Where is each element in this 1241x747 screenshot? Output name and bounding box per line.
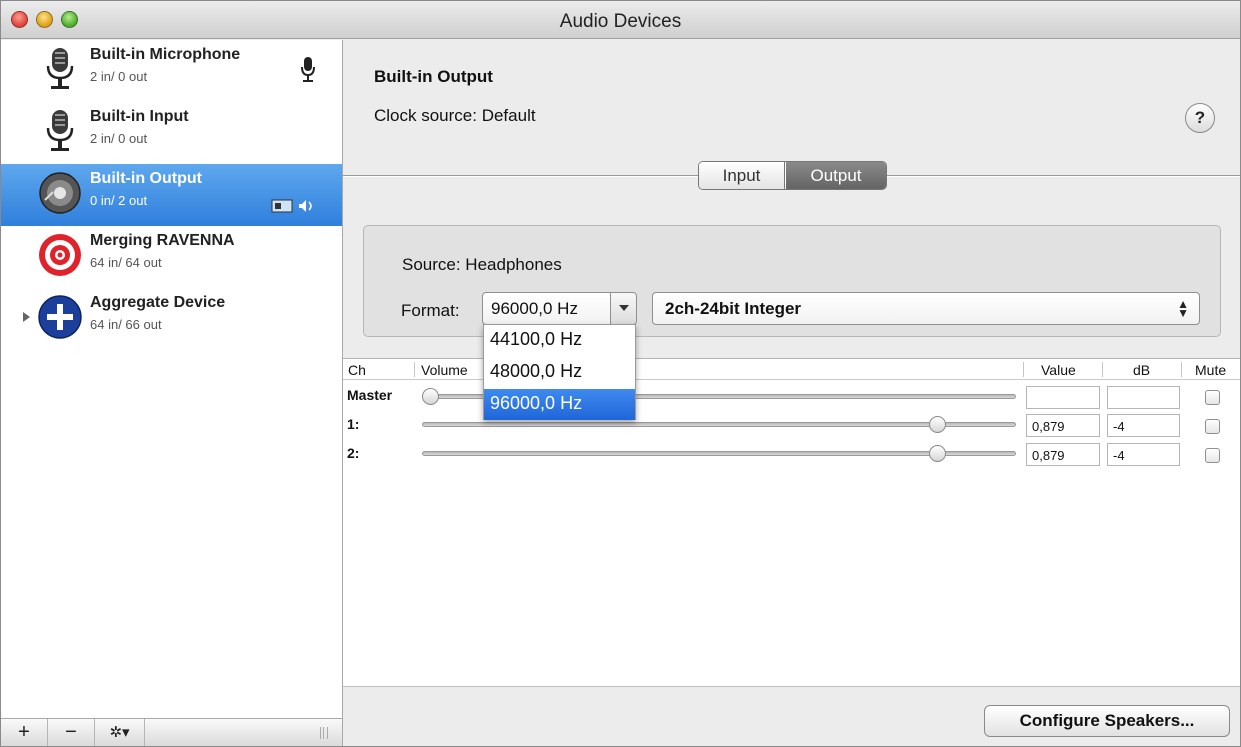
volume-slider-knob[interactable] — [422, 388, 439, 405]
microphone-icon — [46, 110, 74, 151]
sample-rate-value: 96000,0 Hz — [491, 299, 578, 318]
device-io: 2 in/ 0 out — [90, 131, 148, 146]
value-field[interactable]: 0,879 — [1026, 414, 1100, 437]
io-tabs: Input Output — [698, 161, 887, 190]
channel-label: 2: — [347, 445, 360, 461]
popup-arrow[interactable] — [610, 293, 636, 324]
menu-item-96000[interactable]: 96000,0 Hz — [484, 389, 635, 420]
volume-slider-track[interactable] — [422, 451, 1016, 456]
device-name: Aggregate Device — [90, 294, 226, 311]
device-name: Built-in Input — [90, 108, 189, 125]
chevron-down-icon — [619, 305, 629, 311]
format-group: Source: Headphones Format: 96000,0 Hz 2c… — [363, 225, 1221, 337]
window-title: Audio Devices — [559, 11, 682, 32]
channel-label: 1: — [347, 416, 360, 432]
device-name: Merging RAVENNA — [90, 232, 235, 249]
menu-item-44100[interactable]: 44100,0 Hz — [484, 325, 635, 356]
tab-input[interactable]: Input — [699, 162, 785, 189]
bit-format-value: 2ch-24bit Integer — [665, 299, 802, 318]
column-header-ch: Ch — [348, 362, 366, 378]
device-io: 2 in/ 0 out — [90, 69, 148, 84]
target-icon — [39, 234, 81, 276]
db-field[interactable] — [1107, 386, 1180, 409]
column-header-db: dB — [1133, 362, 1151, 378]
sidebar-toolbar: + − ✲▾ — [1, 718, 342, 746]
device-detail-panel: Built-in Output Clock source: Default ? … — [343, 40, 1240, 746]
tab-output[interactable]: Output — [786, 162, 886, 189]
speaker-icon — [39, 172, 81, 214]
device-io: 64 in/ 64 out — [90, 255, 162, 270]
device-actions-button[interactable]: ✲▾ — [95, 719, 145, 746]
column-header-mute: Mute — [1195, 362, 1227, 378]
device-item-merging-ravenna[interactable]: Merging RAVENNA 64 in/ 64 out — [1, 226, 342, 288]
device-item-built-in-microphone[interactable]: Built-in Microphone 2 in/ 0 out — [1, 40, 342, 102]
volume-slider-knob[interactable] — [929, 445, 947, 462]
audio-devices-window: Audio Devices Built-in Microphone 2 in/ … — [0, 0, 1241, 747]
device-io: 0 in/ 2 out — [90, 193, 148, 208]
sample-rate-menu: 44100,0 Hz 48000,0 Hz 96000,0 Hz — [483, 324, 636, 420]
mute-checkbox[interactable] — [1205, 390, 1220, 405]
volume-slider-knob[interactable] — [929, 416, 947, 433]
device-name: Built-in Microphone — [90, 46, 241, 63]
format-label: Format: — [401, 301, 460, 320]
channel-label: Master — [347, 387, 393, 403]
system-output-badge-icon — [271, 199, 312, 213]
sample-rate-popup[interactable]: 96000,0 Hz — [482, 292, 637, 325]
device-name: Built-in Output — [90, 170, 202, 187]
mute-checkbox[interactable] — [1205, 419, 1220, 434]
sidebar-resize-grip-icon[interactable] — [320, 727, 328, 739]
value-field[interactable] — [1026, 386, 1100, 409]
volume-slider-track[interactable] — [422, 422, 1016, 427]
device-item-built-in-input[interactable]: Built-in Input 2 in/ 0 out — [1, 102, 342, 164]
menu-item-48000[interactable]: 48000,0 Hz — [484, 357, 635, 388]
device-title: Built-in Output — [374, 67, 493, 86]
device-item-built-in-output[interactable]: Built-in Output 0 in/ 2 out — [1, 164, 342, 226]
plus-circle-icon — [38, 295, 82, 339]
db-field[interactable]: -4 — [1107, 414, 1180, 437]
bit-format-popup[interactable]: 2ch-24bit Integer ▲ ▼ — [652, 292, 1200, 325]
microphone-badge-icon — [301, 57, 315, 82]
microphone-icon — [46, 48, 74, 89]
table-header: Ch Volume Value dB Mute — [343, 359, 1240, 380]
mute-checkbox[interactable] — [1205, 448, 1220, 463]
db-field[interactable]: -4 — [1107, 443, 1180, 466]
configure-speakers-button[interactable]: Configure Speakers... — [984, 705, 1230, 737]
source-label: Source: Headphones — [402, 255, 562, 274]
clock-source: Clock source: Default — [374, 106, 536, 125]
up-down-arrows-icon: ▲ ▼ — [1177, 297, 1189, 320]
help-button[interactable]: ? — [1185, 103, 1215, 133]
add-device-button[interactable]: + — [1, 719, 48, 746]
device-list: Built-in Microphone 2 in/ 0 out Built-in… — [1, 40, 343, 746]
title-bar: Audio Devices — [1, 1, 1240, 39]
channel-table: Ch Volume Value dB Mute Master 1: 0,879 … — [343, 358, 1240, 688]
column-header-value: Value — [1041, 362, 1076, 378]
bottom-bar: Configure Speakers... — [343, 686, 1240, 746]
remove-device-button[interactable]: − — [48, 719, 95, 746]
device-io: 64 in/ 66 out — [90, 317, 162, 332]
value-field[interactable]: 0,879 — [1026, 443, 1100, 466]
disclosure-triangle-icon[interactable] — [23, 312, 30, 322]
device-item-aggregate-device[interactable]: Aggregate Device 64 in/ 66 out — [1, 288, 342, 350]
column-header-volume: Volume — [421, 362, 468, 378]
